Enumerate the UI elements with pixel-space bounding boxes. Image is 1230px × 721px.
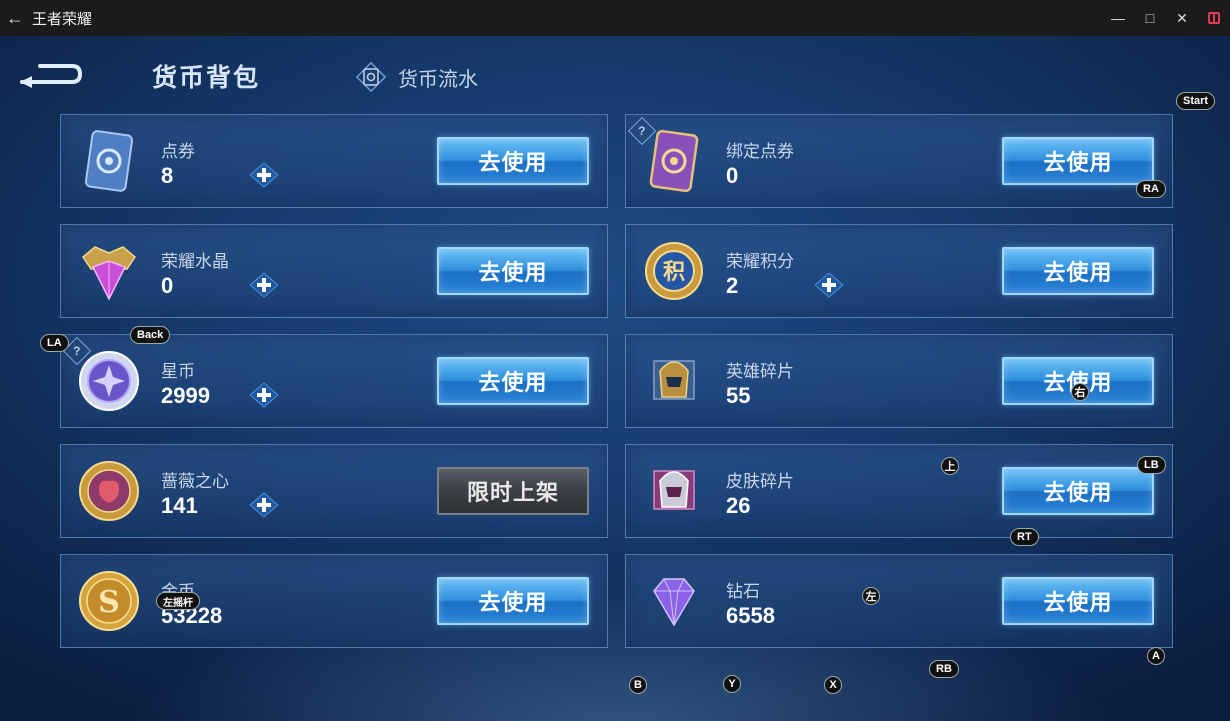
plus-icon[interactable]	[247, 381, 281, 409]
plus-icon[interactable]	[247, 491, 281, 519]
sidebar-toggle-icon[interactable]	[1198, 0, 1230, 36]
close-icon[interactable]: ✕	[1166, 0, 1198, 36]
controller-hint-rt: RT	[1010, 528, 1039, 546]
use-button[interactable]: 去使用	[1002, 577, 1154, 625]
currency-name: 点券	[161, 142, 195, 161]
currency-count: 8	[161, 163, 174, 188]
currency-name: 蔷薇之心	[161, 472, 229, 491]
currency-count: 2999	[161, 383, 210, 408]
gold-coin-icon: S	[79, 571, 139, 631]
window-titlebar: ← 王者荣耀 — □ ✕	[0, 0, 1230, 36]
currency-card-gold-coin: S 金币 53228 去使用	[60, 554, 608, 648]
controller-hint-a: A	[1147, 647, 1165, 665]
currency-count: 141	[161, 493, 198, 518]
controller-hint-rb: RB	[929, 660, 959, 678]
back-arrow-icon[interactable]: ←	[0, 0, 30, 36]
voucher-card-icon	[84, 130, 134, 192]
window-controls: — □ ✕	[1102, 0, 1230, 36]
currency-card-star-coin: ? 星币 2999 去使用	[60, 334, 608, 428]
glory-points-icon: 积	[645, 242, 703, 300]
hero-fragment-icon	[653, 360, 695, 400]
currency-card-skin-fragment: 皮肤碎片 26 去使用	[625, 444, 1173, 538]
controller-hint-left-stick: 左摇杆	[156, 592, 200, 610]
controller-hint-start: Start	[1176, 92, 1216, 110]
currency-name: 荣耀水晶	[161, 252, 229, 271]
currency-name: 绑定点券	[726, 142, 794, 161]
controller-hint-left: 左	[862, 587, 880, 605]
bound-voucher-card-icon	[649, 129, 699, 193]
star-coin-icon	[79, 351, 139, 411]
limited-time-button[interactable]: 限时上架	[437, 467, 589, 515]
currency-card-bound-voucher: ? 绑定点券 0 去使用	[625, 114, 1173, 208]
controller-hint-y: Y	[723, 675, 741, 693]
return-arrow-icon[interactable]	[18, 58, 82, 90]
currency-card-diamond: 钻石 6558 去使用	[625, 554, 1173, 648]
plus-icon[interactable]	[247, 271, 281, 299]
plus-icon[interactable]	[247, 161, 281, 189]
game-area: 货币背包 货币流水 点券 8 去使用 ? 绑定点券 0 去使用 荣耀水晶 0 去…	[0, 36, 1230, 721]
currency-count: 2	[726, 273, 739, 298]
use-button[interactable]: 去使用	[437, 247, 589, 295]
flow-icon	[355, 61, 387, 93]
minimize-icon[interactable]: —	[1102, 0, 1134, 36]
currency-count: 0	[161, 273, 174, 298]
controller-hint-lb: LB	[1137, 456, 1166, 474]
diamond-icon	[653, 578, 695, 627]
use-button[interactable]: 去使用	[437, 357, 589, 405]
tab-wallet[interactable]: 货币背包	[152, 58, 260, 94]
use-button[interactable]: 去使用	[1002, 137, 1154, 185]
window-title: 王者荣耀	[32, 10, 93, 28]
use-button[interactable]: 去使用	[1002, 247, 1154, 295]
currency-count: 6558	[726, 603, 775, 628]
currency-card-glory-points: 积 荣耀积分 2 去使用	[625, 224, 1173, 318]
maximize-icon[interactable]: □	[1134, 0, 1166, 36]
use-button[interactable]: 去使用	[1002, 467, 1154, 515]
plus-icon[interactable]	[812, 271, 846, 299]
use-button[interactable]: 去使用	[437, 577, 589, 625]
controller-hint-ra: RA	[1136, 180, 1166, 198]
glory-crystal-icon	[82, 246, 136, 301]
svg-text:积: 积	[663, 260, 685, 285]
currency-name: 荣耀积分	[726, 252, 794, 271]
currency-card-hero-fragment: 英雄碎片 55 去使用	[625, 334, 1173, 428]
currency-card-glory-crystal: 荣耀水晶 0 去使用	[60, 224, 608, 318]
controller-hint-la: LA	[40, 334, 69, 352]
controller-hint-x: X	[824, 676, 842, 694]
tab-flow[interactable]: 货币流水	[354, 60, 478, 94]
currency-card-voucher: 点券 8 去使用	[60, 114, 608, 208]
skin-fragment-icon	[653, 470, 695, 510]
controller-hint-right: 右	[1071, 383, 1089, 401]
controller-hint-up: 上	[941, 457, 959, 475]
currency-name: 皮肤碎片	[726, 472, 794, 491]
rose-heart-icon	[79, 461, 139, 521]
currency-name: 星币	[161, 362, 195, 381]
svg-text:S: S	[98, 585, 120, 620]
currency-count: 0	[726, 163, 739, 188]
currency-count: 55	[726, 383, 751, 408]
currency-name: 英雄碎片	[726, 362, 794, 381]
currency-name: 钻石	[726, 582, 760, 601]
tab-flow-label: 货币流水	[398, 68, 478, 91]
use-button[interactable]: 去使用	[437, 137, 589, 185]
controller-hint-back: Back	[130, 326, 171, 344]
currency-card-rose-heart: 蔷薇之心 141 限时上架	[60, 444, 608, 538]
currency-count: 26	[726, 493, 751, 518]
controller-hint-b: B	[629, 676, 647, 694]
